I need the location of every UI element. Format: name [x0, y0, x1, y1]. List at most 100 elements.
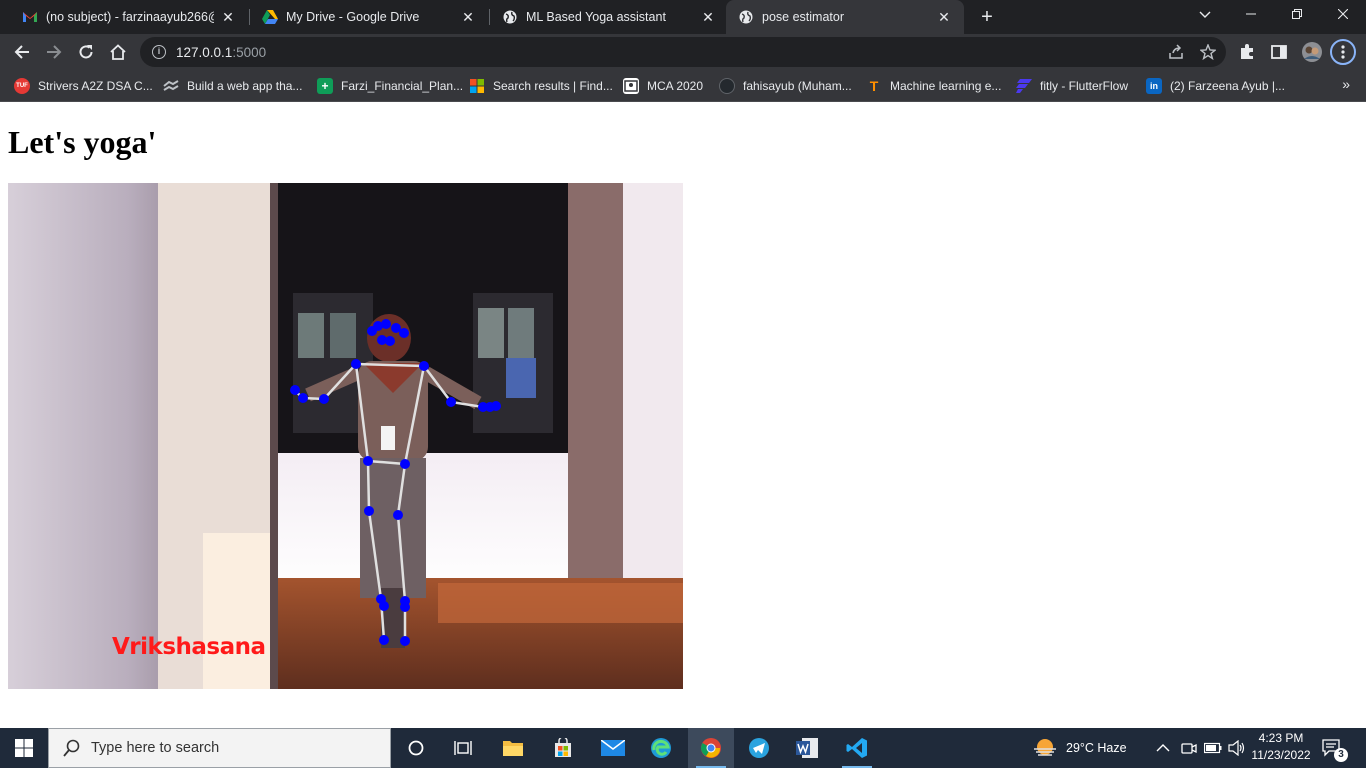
microsoft-store-button[interactable] — [540, 728, 586, 768]
bookmark-build-web-app[interactable]: Build a web app tha... — [163, 76, 302, 96]
tensorflow-icon: T — [869, 78, 879, 94]
tab-title: (no subject) - farzinaayub266@g — [46, 10, 214, 24]
edge-button[interactable] — [638, 728, 684, 768]
tab-title: ML Based Yoga assistant — [526, 10, 666, 24]
google-drive-icon — [262, 9, 278, 25]
restore-button[interactable] — [1274, 0, 1320, 30]
home-icon — [110, 44, 126, 60]
chevron-up-icon — [1156, 744, 1170, 752]
menu-button[interactable] — [1330, 39, 1356, 65]
vscode-button[interactable] — [834, 728, 880, 768]
github-icon — [719, 78, 735, 94]
edge-icon — [651, 738, 671, 758]
notification-badge: 3 — [1334, 748, 1348, 762]
tab-google-drive[interactable]: My Drive - Google Drive ✕ — [250, 0, 488, 34]
tab-pose-estimator[interactable]: pose estimator ✕ — [726, 0, 964, 34]
minimize-button[interactable] — [1228, 0, 1274, 30]
speaker-icon — [1228, 740, 1245, 756]
telegram-icon — [749, 738, 769, 758]
task-view-button[interactable] — [440, 728, 486, 768]
flutterflow-icon — [1016, 78, 1032, 94]
kebab-menu-icon — [1341, 45, 1345, 59]
meet-now-button[interactable] — [1181, 728, 1197, 768]
tab-search-button[interactable] — [1182, 0, 1228, 30]
gmail-icon — [22, 9, 38, 25]
sheets-icon: + — [317, 78, 333, 94]
cortana-icon — [408, 740, 424, 756]
linkedin-icon: in — [1146, 78, 1162, 94]
taskbar-search-box[interactable]: Type here to search — [48, 728, 391, 768]
profile-button[interactable] — [1301, 41, 1323, 63]
arrow-right-icon — [47, 45, 62, 59]
close-icon[interactable]: ✕ — [700, 9, 716, 26]
new-tab-button[interactable]: + — [976, 6, 998, 28]
bookmark-search-results[interactable]: Search results | Find... — [469, 76, 613, 96]
address-bar[interactable]: i 127.0.0.1:5000 — [140, 37, 1226, 67]
folder-icon — [503, 741, 523, 756]
close-icon[interactable]: ✕ — [936, 9, 952, 26]
url-text: 127.0.0.1:5000 — [176, 44, 267, 60]
bookmark-strivers[interactable]: TUF Strivers A2Z DSA C... — [14, 76, 153, 96]
weather-widget[interactable]: 29°C Haze — [1032, 728, 1127, 768]
sun-haze-icon — [1034, 739, 1056, 756]
bookmark-mca-2020[interactable]: MCA 2020 — [623, 76, 703, 96]
camera-icon — [1181, 743, 1197, 754]
reload-button[interactable] — [72, 38, 100, 66]
bookmark-financial-plan[interactable]: + Farzi_Financial_Plan... — [317, 76, 463, 96]
globe-icon — [502, 9, 518, 25]
tab-title: My Drive - Google Drive — [286, 10, 420, 24]
show-hidden-icons-button[interactable] — [1156, 728, 1170, 768]
forward-button[interactable] — [40, 38, 68, 66]
home-button[interactable] — [104, 38, 132, 66]
close-icon[interactable]: ✕ — [460, 9, 476, 26]
star-icon[interactable] — [1200, 44, 1216, 60]
telegram-button[interactable] — [736, 728, 782, 768]
link-icon — [163, 78, 179, 94]
store-icon — [555, 738, 571, 757]
bookmark-machine-learning[interactable]: T Machine learning e... — [866, 76, 1002, 96]
system-clock[interactable]: 4:23 PM 11/23/2022 — [1248, 730, 1314, 764]
tab-yoga-assistant[interactable]: ML Based Yoga assistant ✕ — [490, 0, 728, 34]
action-center-button[interactable]: 3 — [1322, 728, 1348, 768]
browser-toolbar: i 127.0.0.1:5000 — [0, 34, 1366, 70]
more-bookmarks-button[interactable]: » — [1342, 76, 1350, 92]
windows-taskbar: Type here to search 29°C Haze 4:23 PM 11… — [0, 728, 1366, 768]
tuf-icon: TUF — [14, 78, 30, 94]
site-info-icon[interactable]: i — [152, 45, 166, 59]
clock-time: 4:23 PM — [1258, 731, 1304, 745]
tab-title: pose estimator — [762, 10, 844, 24]
file-explorer-button[interactable] — [490, 728, 536, 768]
bookmark-linkedin[interactable]: in (2) Farzeena Ayub |... — [1146, 76, 1285, 96]
minimize-icon — [1246, 13, 1256, 15]
pose-video-feed: Vrikshasana — [8, 183, 683, 689]
bookmarks-bar: TUF Strivers A2Z DSA C... Build a web ap… — [0, 70, 1366, 102]
tab-strip: (no subject) - farzinaayub266@g ✕ My Dri… — [0, 0, 1366, 34]
word-button[interactable] — [784, 728, 830, 768]
tab-gmail[interactable]: (no subject) - farzinaayub266@g ✕ — [10, 0, 248, 34]
back-button[interactable] — [8, 38, 36, 66]
bookmark-flutterflow[interactable]: fitly - FlutterFlow — [1016, 76, 1128, 96]
extensions-button[interactable] — [1236, 41, 1258, 63]
microsoft-icon — [469, 78, 485, 94]
chevron-down-icon — [1199, 11, 1211, 18]
volume-button[interactable] — [1228, 728, 1246, 768]
battery-icon — [1204, 742, 1222, 754]
close-icon — [1337, 8, 1349, 20]
share-icon[interactable] — [1168, 44, 1184, 60]
globe-icon — [738, 9, 754, 25]
start-button[interactable] — [0, 728, 48, 768]
chrome-icon — [701, 738, 721, 758]
cortana-button[interactable] — [393, 728, 439, 768]
windows-logo-icon — [15, 739, 33, 757]
mail-button[interactable] — [590, 728, 636, 768]
task-view-icon — [454, 741, 472, 755]
side-panel-button[interactable] — [1268, 41, 1290, 63]
close-icon[interactable]: ✕ — [220, 9, 236, 26]
chrome-button[interactable] — [688, 728, 734, 768]
arrow-left-icon — [14, 45, 29, 59]
classroom-icon — [623, 78, 639, 94]
battery-button[interactable] — [1204, 728, 1222, 768]
window-close-button[interactable] — [1320, 0, 1366, 30]
bookmark-github[interactable]: fahisayub (Muham... — [719, 76, 852, 96]
page-title: Let's yoga' — [8, 124, 157, 160]
